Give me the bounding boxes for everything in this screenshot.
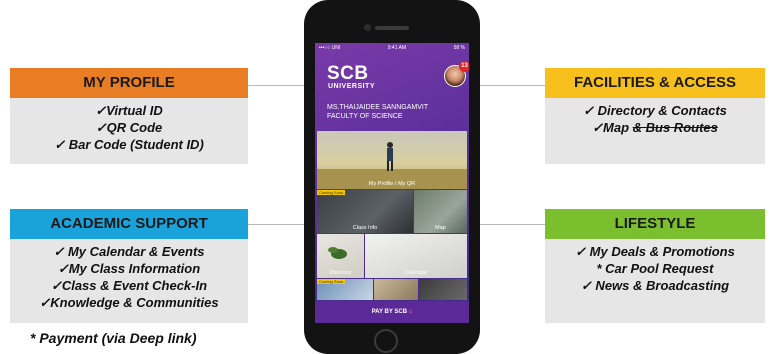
tile-calendar[interactable]: Calendar bbox=[365, 234, 467, 278]
facilities-access-title: FACILITIES & ACCESS bbox=[545, 68, 765, 98]
scb-logo-icon: ⌂ bbox=[407, 309, 413, 315]
carrier-signal: •••○○ UNI bbox=[319, 45, 341, 51]
academic-support-item: ✓ My Calendar & Events bbox=[53, 244, 205, 259]
academic-support-item: ✓Knowledge & Communities bbox=[39, 295, 219, 310]
tile-coming-soon-1[interactable]: Coming Soon bbox=[317, 279, 373, 300]
my-profile-item: ✓Virtual ID bbox=[95, 103, 163, 118]
connector-line-right-bottom bbox=[470, 224, 545, 225]
coming-soon-tag: Coming Soon bbox=[317, 279, 346, 284]
status-bar: •••○○ UNI 9:41 AM 58 % bbox=[319, 45, 465, 51]
pay-by-scb-button[interactable]: PAY BY SCB ⌂ bbox=[315, 301, 469, 323]
academic-support-title: ACADEMIC SUPPORT bbox=[10, 209, 248, 239]
facilities-access-box: FACILITIES & ACCESS ✓ Directory & Contac… bbox=[545, 68, 765, 164]
app-screen: •••○○ UNI 9:41 AM 58 % SCB UNIVERSITY 13… bbox=[315, 43, 469, 323]
my-profile-item: ✓ Bar Code (Student ID) bbox=[54, 137, 204, 152]
tile-class-info[interactable]: Coming Soon Class Info bbox=[317, 190, 413, 233]
my-profile-item: ✓QR Code bbox=[95, 120, 163, 135]
tile-label-class-info: Class Info bbox=[352, 225, 378, 231]
status-time: 9:41 AM bbox=[387, 45, 407, 51]
home-button[interactable] bbox=[374, 329, 398, 353]
tile-my-profile[interactable]: My Profile / My QR bbox=[317, 131, 467, 189]
facilities-access-item: ✓ Directory & Contacts bbox=[583, 103, 727, 118]
tile-label-map: Map bbox=[435, 225, 446, 231]
tile-label-profile: My Profile / My QR bbox=[368, 181, 416, 187]
user-name: MS.THAIJAIDEE SANNGAMVIT bbox=[327, 104, 429, 111]
struck-bus-routes: & Bus Routes bbox=[632, 120, 718, 135]
lifestyle-box: LIFESTYLE ✓ My Deals & Promotions * Car … bbox=[545, 209, 765, 323]
app-logo-sub: UNIVERSITY bbox=[328, 83, 376, 90]
battery-level: 58 % bbox=[453, 45, 465, 51]
user-faculty: FACULTY OF SCIENCE bbox=[327, 113, 403, 120]
earpiece bbox=[375, 26, 409, 30]
tile-misc-3[interactable] bbox=[419, 279, 467, 300]
lifestyle-list: ✓ My Deals & Promotions * Car Pool Reque… bbox=[545, 239, 765, 323]
my-profile-title: MY PROFILE bbox=[10, 68, 248, 98]
pay-label: PAY BY SCB bbox=[371, 309, 408, 315]
lifestyle-item: ✓ News & Broadcasting bbox=[580, 278, 730, 293]
tile-label-directory: Directory bbox=[329, 270, 352, 276]
facilities-access-item-map: ✓Map & Bus Routes bbox=[592, 120, 718, 135]
academic-support-list: ✓ My Calendar & Events ✓My Class Informa… bbox=[10, 239, 248, 323]
tile-label-calendar: Calendar bbox=[404, 270, 428, 276]
coming-soon-tag: Coming Soon bbox=[317, 190, 346, 195]
tile-directory[interactable]: Directory bbox=[317, 234, 364, 278]
academic-support-item: ✓My Class Information bbox=[57, 261, 201, 276]
facilities-access-list: ✓ Directory & Contacts ✓Map & Bus Routes bbox=[545, 98, 765, 164]
academic-support-item: ✓Class & Event Check-In bbox=[50, 278, 208, 293]
connector-line-right-top bbox=[470, 85, 545, 86]
lifestyle-title: LIFESTYLE bbox=[545, 209, 765, 239]
camera-icon bbox=[364, 24, 371, 31]
my-profile-list: ✓Virtual ID ✓QR Code ✓ Bar Code (Student… bbox=[10, 98, 248, 164]
payment-footnote: * Payment (via Deep link) bbox=[30, 330, 197, 346]
notification-badge[interactable]: 13 bbox=[459, 61, 469, 72]
academic-support-box: ACADEMIC SUPPORT ✓ My Calendar & Events … bbox=[10, 209, 248, 323]
my-profile-box: MY PROFILE ✓Virtual ID ✓QR Code ✓ Bar Co… bbox=[10, 68, 248, 164]
lifestyle-item: * Car Pool Request bbox=[596, 261, 714, 276]
lifestyle-item: ✓ My Deals & Promotions bbox=[575, 244, 735, 259]
tile-map[interactable]: Map bbox=[414, 190, 467, 233]
tile-misc-2[interactable] bbox=[374, 279, 418, 300]
app-logo: SCB bbox=[327, 63, 369, 84]
user-info: MS.THAIJAIDEE SANNGAMVIT FACULTY OF SCIE… bbox=[327, 103, 428, 121]
phone-mockup: •••○○ UNI 9:41 AM 58 % SCB UNIVERSITY 13… bbox=[304, 0, 480, 354]
